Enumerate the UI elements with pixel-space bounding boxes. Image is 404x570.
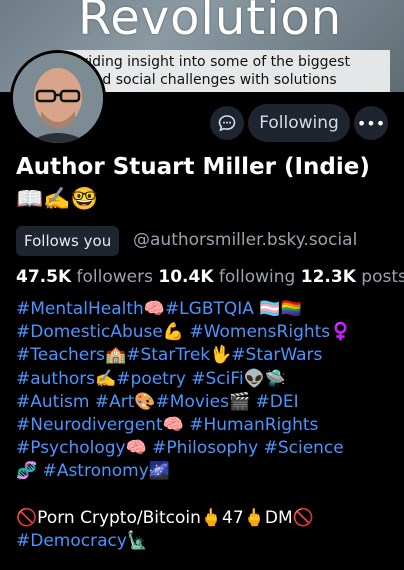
avatar[interactable] xyxy=(10,50,106,146)
posts-stat: 12.3K posts xyxy=(301,267,404,287)
following-button-label: Following xyxy=(259,113,339,133)
ellipsis-icon: ••• xyxy=(356,113,386,133)
banner-text-box: viding insight into some of the biggest … xyxy=(60,50,390,92)
bio-spacer xyxy=(16,484,404,507)
banner-line-1: viding insight into some of the biggest xyxy=(80,54,350,70)
profile-stats: 47.5K followers 10.4K following 12.3K po… xyxy=(16,267,404,287)
bio-line[interactable]: #Neurodivergent🧠 #HumanRights xyxy=(16,414,404,437)
bio-line[interactable]: #Psychology🧠 #Philosophy #Science xyxy=(16,437,404,460)
bio-line[interactable]: #Teachers🏫#StarTrek🖖#StarWars xyxy=(16,344,404,367)
bio-line[interactable]: #authors✍️#poetry #SciFi👽🛸 xyxy=(16,368,404,391)
name-emojis: 📖✍️🤓 xyxy=(16,187,99,212)
posts-label: posts xyxy=(361,267,404,287)
avatar-portrait xyxy=(13,53,103,143)
following-label: following xyxy=(218,267,296,287)
bio-line[interactable]: #Autism #Art🎨#Movies🎬 #DEI xyxy=(16,391,404,414)
following-stat[interactable]: 10.4K following xyxy=(158,267,295,287)
followers-label: followers xyxy=(76,267,153,287)
bio-plain-line: 🚫Porn Crypto/Bitcoin🖕47🖕DM🚫 xyxy=(16,507,314,528)
bio-line[interactable]: 🧬 #Astronomy🌌 xyxy=(16,460,404,483)
bio-hashtag-democracy[interactable]: #Democracy🗽 xyxy=(16,530,404,553)
display-name: Author Stuart Miller (Indie) xyxy=(16,154,370,180)
bio-line[interactable]: #DomesticAbuse💪 #WomensRights♀️ xyxy=(16,321,404,344)
message-button[interactable] xyxy=(210,106,244,140)
profile-bio: #MentalHealth🧠#LGBTQIA 🏳️‍⚧️🏳️‍🌈 #Domest… xyxy=(16,298,404,553)
follows-you-badge: Follows you xyxy=(16,226,120,256)
bio-line[interactable]: #MentalHealth🧠#LGBTQIA 🏳️‍⚧️🏳️‍🌈 xyxy=(16,298,404,321)
follows-you-label: Follows you xyxy=(24,232,112,250)
banner-line-2: al and social challenges with solutions xyxy=(68,72,337,88)
following-count: 10.4K xyxy=(158,267,214,287)
banner-title: Revolution xyxy=(78,0,343,46)
following-button[interactable]: Following xyxy=(248,104,350,142)
chat-bubble-icon xyxy=(218,115,236,132)
more-options-button[interactable]: ••• xyxy=(354,106,388,140)
followers-count: 47.5K xyxy=(16,267,72,287)
posts-count: 12.3K xyxy=(300,267,356,287)
followers-stat[interactable]: 47.5K followers xyxy=(16,267,153,287)
profile-handle[interactable]: @authorsmiller.bsky.social xyxy=(133,230,357,250)
